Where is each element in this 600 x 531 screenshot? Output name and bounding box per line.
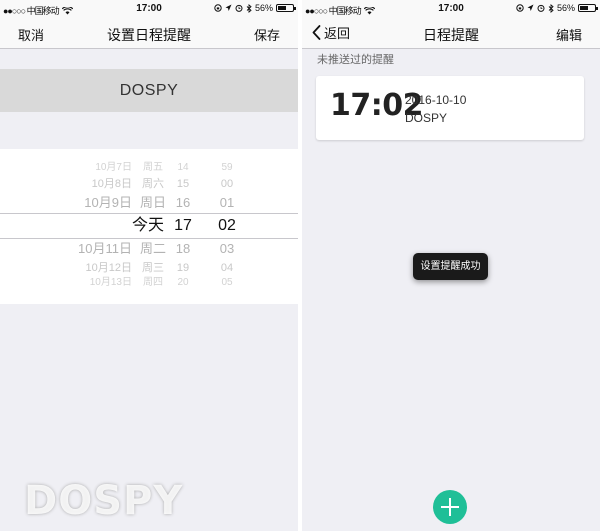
section-header: 未推送过的提醒 [317, 54, 394, 66]
dospy-watermark: DOSPY [24, 478, 184, 524]
status-bar: ●●○○○ 中国移动 17:00 56% [302, 0, 600, 18]
add-reminder-button[interactable] [433, 490, 467, 524]
picker-minute: 02 [218, 217, 236, 234]
picker-hour: 16 [175, 195, 191, 210]
picker-hour: 14 [177, 162, 189, 173]
nav-bar: 返回 日程提醒 编辑 [302, 18, 600, 49]
reminder-list-screen: ●●○○○ 中国移动 17:00 56% 返回 日程提醒 编辑 未推送过的提醒 … [302, 0, 600, 531]
picker-day: 周四 [143, 277, 163, 288]
status-bar: ●●○○○ 中国移动 17:00 56% [0, 0, 298, 18]
picker-day: 周三 [142, 262, 164, 274]
picker-minute: 05 [221, 277, 233, 288]
edit-button[interactable]: 编辑 [556, 25, 582, 44]
picker-hour: 15 [176, 178, 190, 190]
reminder-date: 2016-10-10 [405, 93, 467, 107]
picker-hour: 18 [175, 241, 191, 256]
picker-date: 10月8日 [91, 178, 132, 190]
picker-minute: 59 [221, 162, 233, 173]
picker-date: 10月12日 [85, 262, 132, 274]
picker-day: 周六 [142, 178, 164, 190]
battery-percent: 56% [254, 3, 273, 13]
picker-row-selected[interactable]: 今天 17 02 [0, 216, 298, 236]
rotation-lock-icon [516, 4, 524, 12]
picker-row[interactable]: 10月9日 周日 16 01 [0, 193, 298, 213]
picker-hour: 19 [176, 262, 190, 274]
picker-selection-top [0, 213, 298, 214]
picker-day: 今天 [131, 217, 164, 234]
nav-bar: 取消 设置日程提醒 保存 [0, 18, 298, 49]
battery-icon [578, 4, 598, 12]
picker-date: 10月7日 [95, 162, 132, 173]
picker-date: 10月11日 [78, 241, 132, 256]
picker-day: 周二 [139, 241, 166, 256]
success-toast: 设置提醒成功 [413, 253, 488, 280]
picker-minute: 03 [219, 241, 235, 256]
picker-hour: 20 [177, 277, 189, 288]
picker-row[interactable]: 10月8日 周六 15 00 [0, 174, 298, 194]
reminder-name-field[interactable]: DOSPY [0, 69, 298, 112]
reminder-label: DOSPY [405, 111, 448, 125]
date-time-picker[interactable]: 10月7日 周五 14 59 10月8日 周六 15 00 10月9日 周日 1… [0, 149, 298, 304]
alarm-icon [537, 4, 545, 12]
bluetooth-icon [246, 3, 252, 13]
alarm-icon [235, 4, 243, 12]
location-icon [527, 4, 534, 11]
location-icon [225, 4, 232, 11]
battery-percent: 56% [556, 3, 575, 13]
picker-date: 10月9日 [84, 195, 132, 210]
picker-hour: 17 [174, 217, 192, 234]
picker-minute: 04 [220, 262, 234, 274]
picker-day: 周五 [143, 162, 163, 173]
picker-row[interactable]: 10月13日 周四 20 05 [0, 276, 298, 288]
picker-date: 10月13日 [89, 277, 132, 288]
picker-row[interactable]: 10月12日 周三 19 04 [0, 258, 298, 278]
picker-row[interactable]: 10月11日 周二 18 03 [0, 239, 298, 259]
picker-minute: 00 [220, 178, 234, 190]
picker-minute: 01 [219, 195, 235, 210]
battery-icon [276, 4, 296, 12]
picker-day: 周日 [139, 195, 166, 210]
set-reminder-screen: ●●○○○ 中国移动 17:00 56% 取消 设置日程提醒 保存 DOSPY … [0, 0, 298, 531]
rotation-lock-icon [214, 4, 222, 12]
picker-row[interactable]: 10月7日 周五 14 59 [0, 161, 298, 175]
bluetooth-icon [548, 3, 554, 13]
save-button[interactable]: 保存 [254, 25, 280, 44]
reminder-card[interactable]: 17:02 2016-10-10 DOSPY [316, 76, 584, 140]
